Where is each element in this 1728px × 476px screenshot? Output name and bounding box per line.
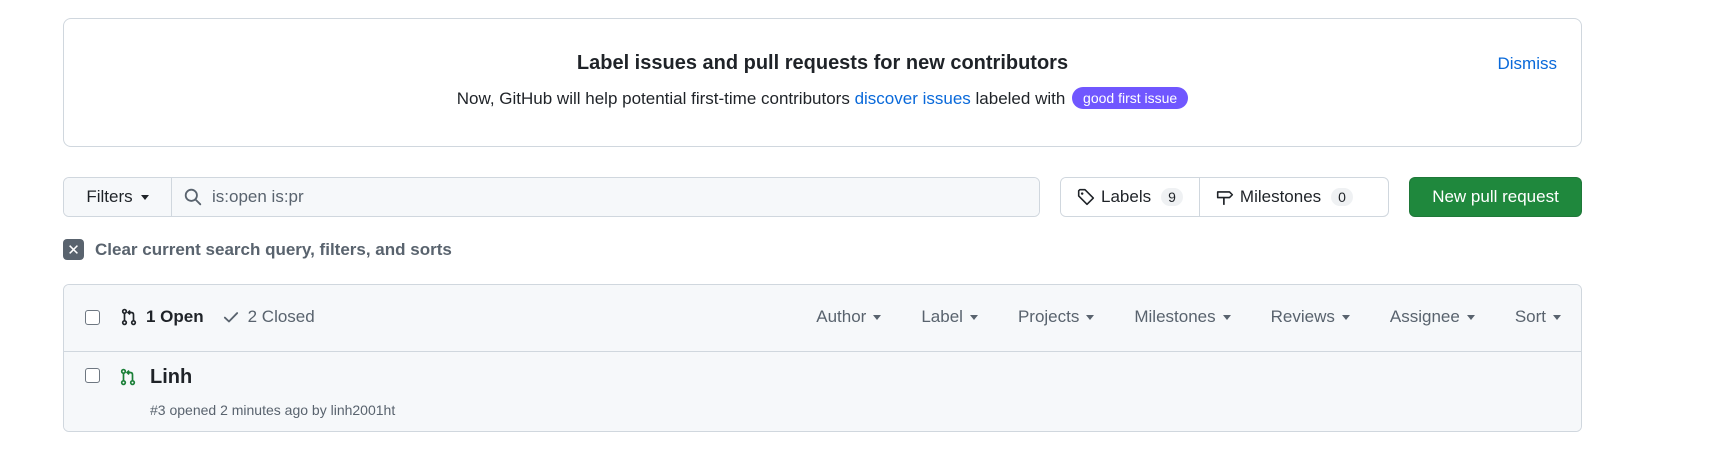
search-icon	[184, 188, 202, 206]
chevron-down-icon	[1341, 314, 1350, 320]
pull-request-icon	[121, 308, 137, 326]
open-pull-request-icon	[120, 368, 136, 386]
pull-request-opened: opened 2 minutes ago by	[169, 402, 327, 418]
open-filter[interactable]: 1 Open	[120, 307, 204, 327]
filter-search-bar: Filters	[63, 177, 1040, 217]
closed-filter[interactable]: 2 Closed	[222, 307, 315, 327]
pull-request-meta: #3 opened 2 minutes ago by linh2001ht	[150, 402, 395, 418]
chevron-down-icon	[1086, 314, 1095, 320]
open-count-label: 1 Open	[146, 307, 204, 326]
new-pull-request-button[interactable]: New pull request	[1409, 177, 1582, 217]
row-checkbox[interactable]	[85, 368, 100, 383]
reviews-filter[interactable]: Reviews	[1271, 307, 1350, 327]
milestones-filter-label: Milestones	[1134, 307, 1216, 326]
banner-title: Label issues and pull requests for new c…	[576, 52, 1069, 74]
chevron-down-icon	[1222, 314, 1231, 320]
banner-text-after: labeled with	[975, 89, 1066, 108]
banner-description: Now, GitHub will help potential first-ti…	[64, 87, 1581, 109]
labels-label: Labels	[1101, 187, 1152, 206]
pull-requests-page: Label issues and pull requests for new c…	[0, 0, 1728, 476]
contributor-banner: Label issues and pull requests for new c…	[63, 18, 1582, 147]
sort-filter[interactable]: Sort	[1515, 307, 1561, 327]
list-header: 1 Open 2 Closed Author Label Projects Mi…	[64, 285, 1581, 352]
assignee-filter-label: Assignee	[1389, 307, 1460, 326]
chevron-down-icon	[969, 314, 978, 320]
milestone-icon	[1216, 191, 1234, 205]
label-filter[interactable]: Label	[921, 307, 978, 327]
good-first-issue-label[interactable]: good first issue	[1072, 87, 1189, 109]
close-icon: ✕	[63, 239, 84, 260]
sort-filter-label: Sort	[1514, 307, 1546, 326]
chevron-down-icon	[873, 314, 882, 320]
search-box	[172, 178, 1039, 216]
author-filter[interactable]: Author	[816, 307, 882, 327]
pull-request-number: #3	[150, 402, 166, 418]
projects-filter[interactable]: Projects	[1017, 307, 1095, 327]
discover-issues-link[interactable]: discover issues	[855, 89, 971, 108]
filters-label: Filters	[86, 187, 133, 206]
search-input[interactable]	[212, 187, 912, 207]
labels-count: 9	[1161, 188, 1183, 206]
author-link[interactable]: linh2001ht	[331, 402, 396, 418]
projects-filter-label: Projects	[1017, 307, 1080, 326]
chevron-down-icon	[1466, 314, 1475, 320]
label-filter-label: Label	[921, 307, 963, 326]
pull-request-title-link[interactable]: Linh	[150, 366, 192, 389]
filters-button[interactable]: Filters	[64, 178, 172, 216]
banner-text-before: Now, GitHub will help potential first-ti…	[456, 89, 850, 108]
dismiss-button[interactable]: Dismiss	[1498, 54, 1558, 74]
author-filter-label: Author	[816, 307, 867, 326]
assignee-filter[interactable]: Assignee	[1390, 307, 1475, 327]
milestones-label: Milestones	[1239, 187, 1322, 206]
state-toggle: 1 Open 2 Closed	[120, 307, 315, 327]
clear-search-button[interactable]: ✕ Clear current search query, filters, a…	[63, 239, 452, 260]
chevron-down-icon	[1553, 314, 1561, 320]
check-icon	[223, 312, 238, 323]
closed-count-label: 2 Closed	[247, 307, 315, 326]
chevron-down-icon	[140, 194, 149, 200]
list-filters: Author Label Projects Milestones Reviews…	[816, 307, 1561, 327]
milestones-filter[interactable]: Milestones	[1134, 307, 1231, 327]
milestones-count: 0	[1331, 188, 1353, 206]
select-all-checkbox[interactable]	[85, 310, 100, 325]
tag-icon	[1077, 188, 1095, 206]
milestones-button[interactable]: Milestones 0	[1198, 178, 1369, 216]
list-item: Linh #3 opened 2 minutes ago by linh2001…	[64, 352, 1581, 431]
reviews-filter-label: Reviews	[1270, 307, 1335, 326]
labels-button[interactable]: Labels 9	[1061, 178, 1199, 216]
pull-request-list: 1 Open 2 Closed Author Label Projects Mi…	[63, 284, 1582, 432]
labels-milestones-group: Labels 9 Milestones 0	[1060, 177, 1389, 217]
clear-search-label: Clear current search query, filters, and…	[95, 239, 452, 259]
